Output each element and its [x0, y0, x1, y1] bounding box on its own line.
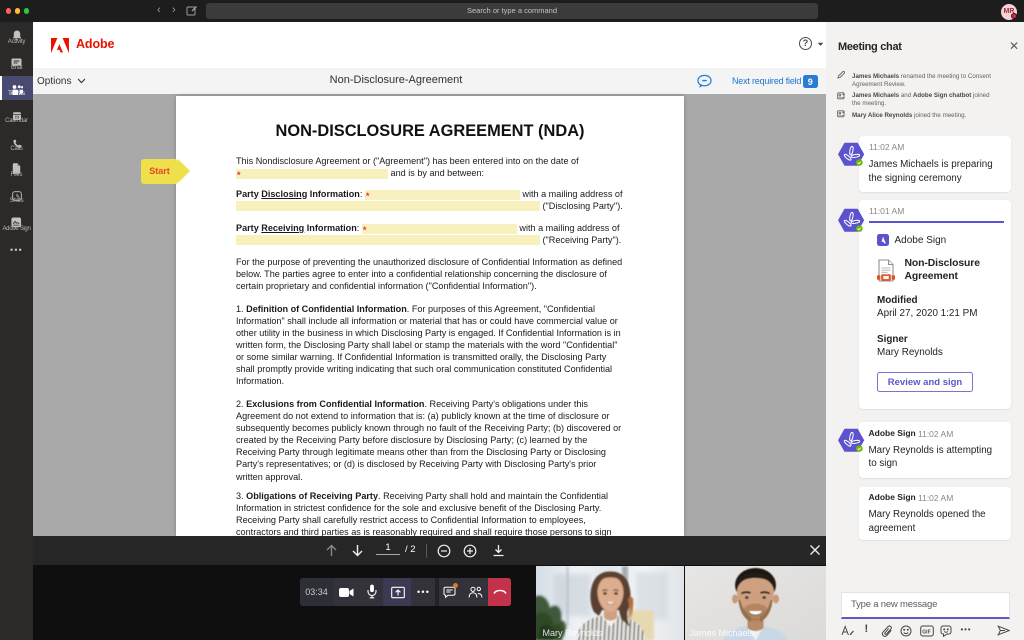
svg-text:GIF: GIF	[922, 630, 930, 636]
